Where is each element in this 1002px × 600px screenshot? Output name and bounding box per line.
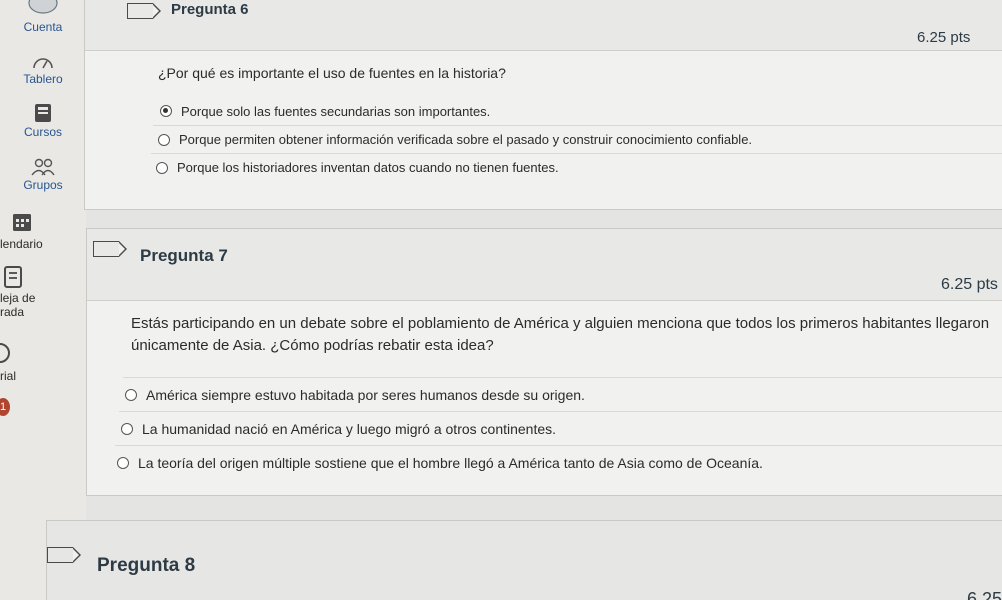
answer-option[interactable]: Porque solo las fuentes secundarias son … bbox=[155, 97, 1002, 125]
answer-option[interactable]: Porque permiten obtener información veri… bbox=[153, 125, 1002, 153]
radio-button[interactable] bbox=[156, 161, 168, 174]
nav-inbox[interactable]: leja de rada bbox=[0, 266, 86, 319]
account-icon bbox=[28, 0, 58, 14]
question-7-text: Estás participando en un debate sobre el… bbox=[131, 313, 989, 357]
question-7-text-line-2: únicamente de Asia. ¿Cómo podrías rebati… bbox=[131, 336, 494, 354]
nav-account-label: Cuenta bbox=[23, 20, 63, 34]
nav-calendar-label: lendario bbox=[0, 237, 43, 251]
nav-calendar[interactable]: lendario bbox=[0, 212, 86, 251]
courses-icon bbox=[35, 104, 51, 122]
nav-history-label: rial bbox=[0, 369, 17, 383]
answer-label: La humanidad nació en América y luego mi… bbox=[142, 420, 557, 437]
question-6-header: Pregunta 6 6.25 pts bbox=[85, 0, 1002, 51]
flag-question-icon[interactable] bbox=[127, 3, 161, 19]
nav-dashboard-label: Tablero bbox=[23, 72, 63, 86]
radio-button[interactable] bbox=[121, 422, 133, 435]
question-8-title: Pregunta 8 bbox=[97, 555, 196, 576]
radio-button[interactable] bbox=[158, 133, 170, 146]
global-nav-sidebar: Cuenta Tablero Cursos Grupos lendario le… bbox=[0, 0, 86, 600]
radio-button[interactable] bbox=[117, 456, 129, 469]
question-8-card: Pregunta 8 6.25 bbox=[46, 520, 1002, 600]
answer-label: Porque solo las fuentes secundarias son … bbox=[181, 103, 491, 119]
answer-label: La teoría del origen múltiple sostiene q… bbox=[138, 454, 763, 471]
answer-label: América siempre estuvo habitada por sere… bbox=[146, 386, 585, 403]
nav-inbox-label: leja de bbox=[0, 291, 36, 305]
answer-label: Porque permiten obtener información veri… bbox=[179, 132, 753, 147]
question-7-card: Pregunta 7 6.25 pts Estás participando e… bbox=[86, 228, 1002, 496]
question-7-points: 6.25 pts bbox=[941, 276, 998, 293]
answer-option[interactable]: Porque los historiadores inventan datos … bbox=[151, 153, 1002, 181]
nav-inbox-label-2: rada bbox=[0, 305, 25, 319]
groups-icon bbox=[31, 158, 55, 176]
question-8-header: Pregunta 8 6.25 bbox=[47, 521, 1002, 600]
question-6-title: Pregunta 6 bbox=[171, 1, 249, 18]
nav-account[interactable]: Cuenta bbox=[0, 0, 86, 34]
nav-groups-label: Grupos bbox=[23, 178, 63, 192]
nav-courses-label: Cursos bbox=[23, 125, 62, 139]
answer-label: Porque los historiadores inventan datos … bbox=[177, 160, 559, 175]
radio-button-selected[interactable] bbox=[160, 105, 172, 117]
answer-option[interactable]: La teoría del origen múltiple sostiene q… bbox=[115, 445, 1002, 479]
nav-courses[interactable]: Cursos bbox=[0, 103, 86, 139]
dashboard-icon bbox=[33, 58, 53, 69]
nav-dashboard[interactable]: Tablero bbox=[0, 54, 86, 86]
notification-badge: 1 bbox=[0, 398, 10, 416]
question-7-text-line-1: Estás participando en un debate sobre el… bbox=[131, 315, 990, 332]
inbox-icon bbox=[4, 266, 22, 288]
question-7-header: Pregunta 7 6.25 pts bbox=[87, 229, 1002, 301]
history-icon bbox=[0, 343, 10, 363]
radio-button[interactable] bbox=[125, 388, 137, 401]
question-6-text: ¿Por qué es importante el uso de fuentes… bbox=[158, 65, 506, 81]
nav-groups[interactable]: Grupos bbox=[0, 158, 86, 192]
answer-option[interactable]: América siempre estuvo habitada por sere… bbox=[123, 377, 1002, 411]
question-6-card: Pregunta 6 6.25 pts ¿Por qué es importan… bbox=[84, 0, 1002, 210]
question-8-points: 6.25 bbox=[967, 589, 1002, 600]
quiz-content: Pregunta 6 6.25 pts ¿Por qué es importan… bbox=[46, 0, 1002, 600]
flag-question-icon[interactable] bbox=[93, 241, 127, 257]
answer-option[interactable]: La humanidad nació en América y luego mi… bbox=[119, 411, 1002, 445]
question-7-title: Pregunta 7 bbox=[140, 246, 228, 265]
flag-question-icon[interactable] bbox=[47, 547, 81, 563]
question-6-points: 6.25 pts bbox=[917, 29, 971, 46]
calendar-icon bbox=[13, 214, 31, 231]
nav-history[interactable]: rial bbox=[0, 343, 86, 383]
